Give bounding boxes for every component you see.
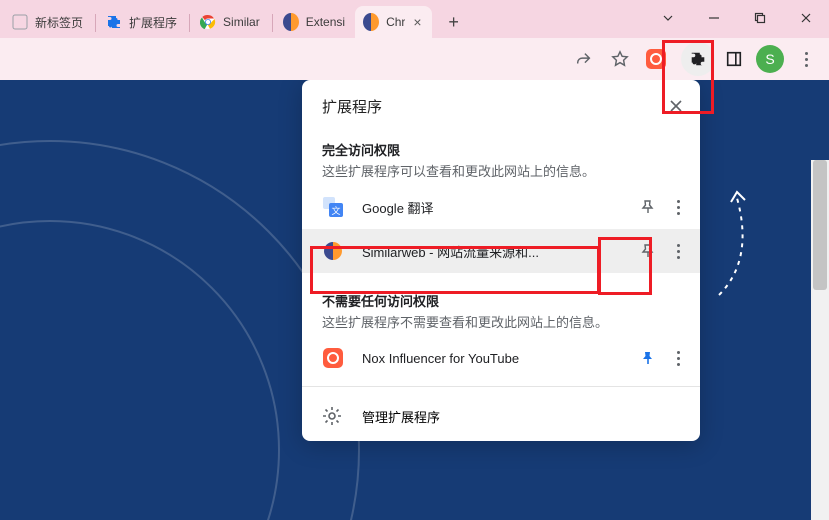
highlight-similarweb-row (310, 246, 600, 294)
window-controls (645, 0, 829, 36)
maximize-button[interactable] (737, 0, 783, 36)
tab-chr-active[interactable]: Chr × (355, 6, 432, 38)
similarweb-icon (283, 14, 299, 30)
nox-icon (322, 347, 344, 369)
minimize-button[interactable] (691, 0, 737, 36)
bg-arrow-icon (709, 190, 759, 300)
tab-separator (272, 14, 273, 32)
pin-extension-button[interactable] (632, 191, 664, 223)
extension-row-google-translate[interactable]: 文 Google 翻译 (302, 185, 700, 229)
tab-label: 新标签页 (35, 14, 83, 31)
extensions-popup-title: 扩展程序 (322, 96, 382, 117)
menu-dots-icon (805, 52, 808, 67)
extension-row-nox[interactable]: Nox Influencer for YouTube (302, 336, 700, 380)
manage-extensions-label: 管理扩展程序 (362, 407, 440, 426)
profile-avatar[interactable]: S (753, 42, 787, 76)
section-full-access-desc: 这些扩展程序可以查看和更改此网站上的信息。 (322, 163, 680, 181)
avatar-letter: S (756, 45, 784, 73)
reading-list-button[interactable] (717, 42, 751, 76)
tabs-dropdown-button[interactable] (645, 0, 691, 36)
new-tab-button[interactable]: + (440, 8, 468, 36)
tab-extensi[interactable]: Extensi (275, 6, 355, 38)
chrome-icon (200, 14, 216, 30)
vertical-scrollbar[interactable] (811, 160, 829, 520)
extension-name: Google 翻译 (362, 198, 632, 217)
manage-extensions-row[interactable]: 管理扩展程序 (302, 393, 700, 439)
scrollbar-thumb[interactable] (813, 160, 827, 290)
section-full-access-title: 完全访问权限 (322, 140, 680, 159)
google-translate-icon: 文 (322, 196, 344, 218)
divider (302, 386, 700, 387)
tab-extensions[interactable]: 扩展程序 (98, 6, 187, 38)
tab-similar[interactable]: Similar (192, 6, 270, 38)
tab-separator (189, 14, 190, 32)
tab-new[interactable]: 新标签页 (4, 6, 93, 38)
extension-more-button[interactable] (664, 342, 692, 374)
share-button[interactable] (567, 42, 601, 76)
puzzle-icon (106, 14, 122, 30)
tab-strip: 新标签页 扩展程序 Similar Extensi Chr × + (0, 0, 829, 38)
tab-label: Extensi (306, 15, 345, 29)
blank-tab-icon (12, 14, 28, 30)
similarweb-icon (363, 14, 379, 30)
tab-label: 扩展程序 (129, 14, 177, 31)
tab-close-icon[interactable]: × (413, 15, 421, 29)
tab-label: Similar (223, 15, 260, 29)
section-no-access-desc: 这些扩展程序不需要查看和更改此网站上的信息。 (322, 314, 680, 332)
browser-menu-button[interactable] (789, 42, 823, 76)
highlight-pin-button (598, 237, 652, 295)
extension-name: Nox Influencer for YouTube (362, 351, 632, 366)
gear-icon (322, 406, 342, 426)
pin-extension-button[interactable] (632, 342, 664, 374)
page-content: 扩展程序 完全访问权限 这些扩展程序可以查看和更改此网站上的信息。 文 Goog… (0, 80, 829, 520)
tab-label: Chr (386, 15, 405, 29)
close-window-button[interactable] (783, 0, 829, 36)
bookmark-button[interactable] (603, 42, 637, 76)
highlight-extensions-button (662, 40, 714, 114)
extension-more-button[interactable] (664, 191, 692, 223)
extension-more-button[interactable] (664, 235, 692, 267)
tab-separator (95, 14, 96, 32)
